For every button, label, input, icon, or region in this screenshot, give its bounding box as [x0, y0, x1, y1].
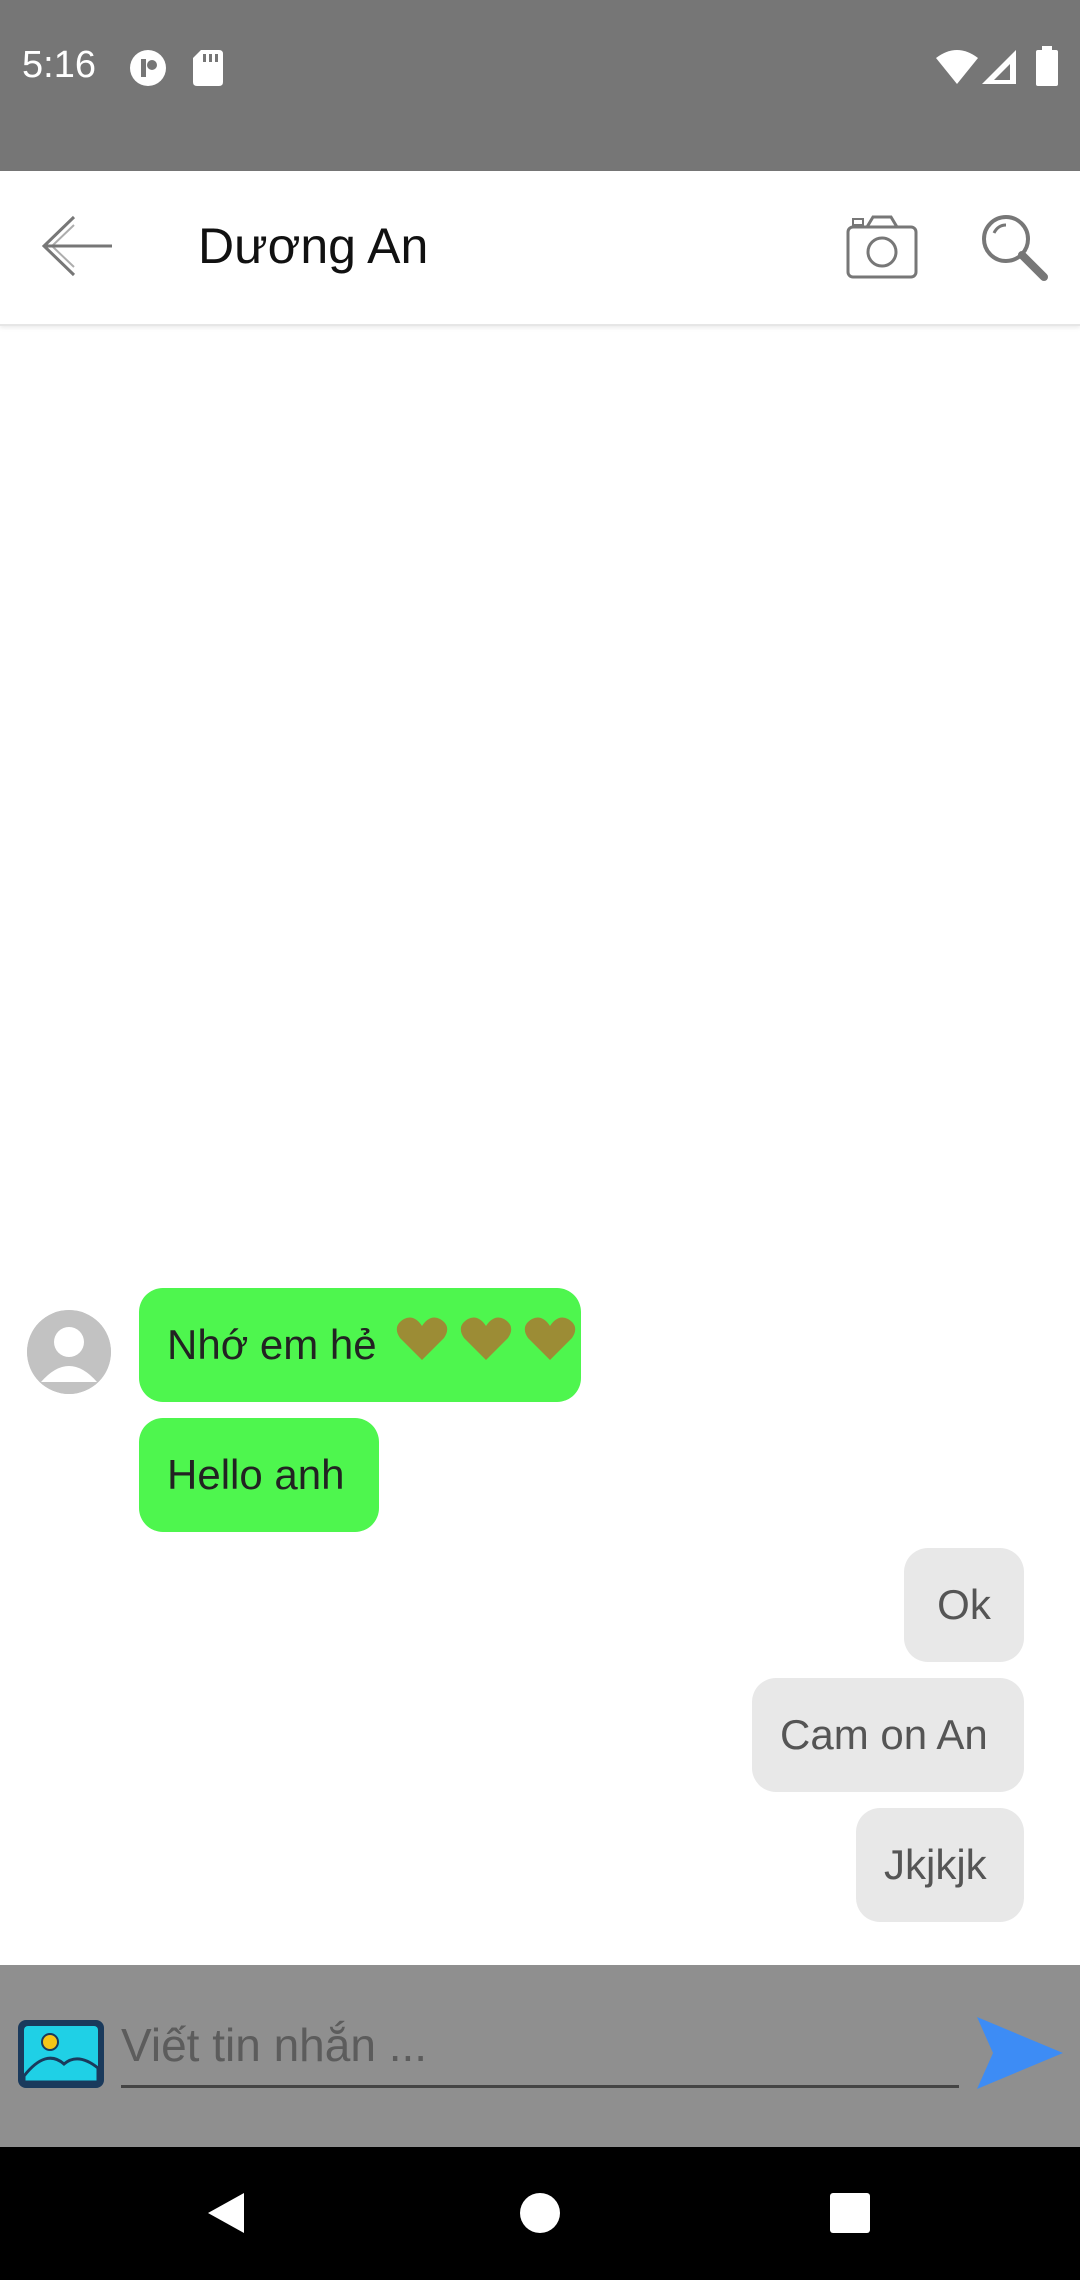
- message-bubble-incoming[interactable]: Hello anh: [139, 1418, 379, 1532]
- chat-toolbar: Dương An: [0, 171, 1080, 326]
- gallery-button[interactable]: [16, 2018, 106, 2090]
- nav-back-button[interactable]: [194, 2181, 258, 2245]
- status-bar: 5:16: [0, 0, 1080, 171]
- status-time: 5:16: [22, 44, 96, 86]
- back-button[interactable]: [38, 211, 118, 281]
- wifi-icon: [936, 50, 978, 84]
- message-bubble-incoming[interactable]: Nhớ em hẻ: [139, 1288, 581, 1402]
- message-input-bar: [0, 1965, 1080, 2147]
- sd-card-icon: [193, 50, 223, 86]
- camera-icon: [846, 215, 918, 279]
- camera-button[interactable]: [845, 213, 919, 281]
- system-nav-bar: [0, 2147, 1080, 2280]
- send-button[interactable]: [975, 2015, 1065, 2091]
- nav-recents-button[interactable]: [818, 2181, 882, 2245]
- message-text: Cam on An: [780, 1711, 988, 1758]
- message-input[interactable]: [121, 2005, 959, 2088]
- message-text: Nhớ em hẻ: [167, 1321, 377, 1368]
- arrow-left-icon: [41, 215, 112, 277]
- default-user-icon: [27, 1310, 111, 1394]
- signal-icon: [982, 50, 1016, 84]
- search-icon: [982, 215, 1048, 281]
- send-icon: [977, 2017, 1063, 2089]
- contact-avatar[interactable]: [27, 1310, 111, 1394]
- message-text: Jkjkjk: [884, 1841, 987, 1888]
- battery-icon: [1036, 46, 1058, 86]
- heart-icon: [524, 1317, 575, 1360]
- contact-name: Dương An: [198, 218, 429, 274]
- app-notification-icon: [130, 50, 166, 86]
- search-button[interactable]: [978, 211, 1050, 283]
- back-triangle-icon: [208, 2193, 244, 2233]
- message-bubble-outgoing[interactable]: Ok: [904, 1548, 1024, 1662]
- message-text: Ok: [937, 1581, 991, 1628]
- image-gallery-icon: [18, 2020, 104, 2088]
- heart-icon: [397, 1317, 448, 1360]
- nav-home-button[interactable]: [508, 2181, 572, 2245]
- heart-icon: [460, 1317, 512, 1360]
- message-bubble-outgoing[interactable]: Cam on An: [752, 1678, 1024, 1792]
- recents-square-icon: [830, 2193, 870, 2233]
- message-text: Hello anh: [167, 1451, 345, 1498]
- home-circle-icon: [520, 2193, 560, 2233]
- message-bubble-outgoing[interactable]: Jkjkjk: [856, 1808, 1024, 1922]
- heart-emoji-icons: [396, 1291, 575, 1405]
